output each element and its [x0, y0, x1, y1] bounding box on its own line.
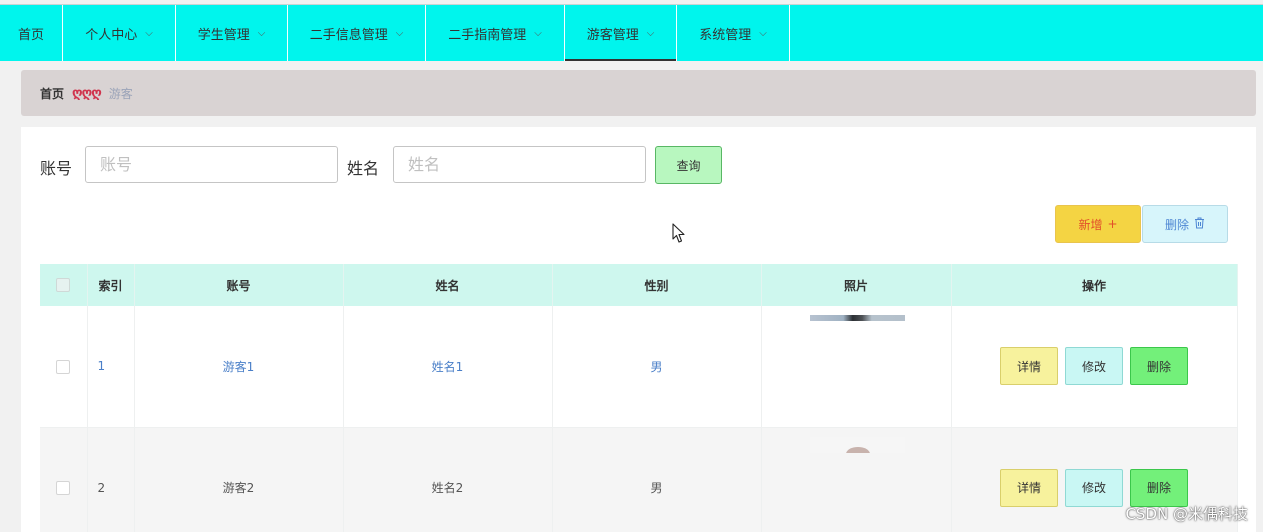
top-nav: 首页 个人中心 ⌵ 学生管理 ⌵ 二手信息管理 ⌵ 二手指南管理 ⌵ 游客管理 …: [0, 4, 1263, 61]
account-search-input[interactable]: [85, 146, 338, 183]
main-panel: 账号 姓名 查询 新增 + 删除 索引 账号 姓名 性别 照片 操作: [21, 127, 1256, 532]
column-header-actions: 操作: [951, 264, 1238, 306]
breadcrumb-separator-icon: ღღღ: [72, 85, 102, 101]
name-search-input[interactable]: [393, 146, 646, 183]
detail-button[interactable]: 详情: [1000, 468, 1058, 507]
mouse-cursor-icon: [672, 223, 685, 243]
row-select-cell: [40, 427, 88, 532]
row-photo-image: [809, 315, 905, 321]
nav-item-label: 二手信息管理: [309, 27, 388, 43]
edit-button[interactable]: 修改: [1065, 347, 1123, 386]
detail-button[interactable]: 详情: [1000, 347, 1058, 386]
table-header-row: 索引 账号 姓名 性别 照片 操作: [40, 264, 1238, 306]
row-delete-button-label: 删除: [1146, 359, 1171, 374]
nav-item-secondhand-guide[interactable]: 二手指南管理 ⌵: [426, 5, 565, 61]
table-row: 2 游客2 姓名2 男 详情 修改 删除: [40, 427, 1238, 532]
breadcrumb-home[interactable]: 首页: [40, 85, 64, 102]
nav-item-visitor-management[interactable]: 游客管理 ⌵: [565, 5, 677, 61]
edit-button[interactable]: 修改: [1065, 468, 1123, 507]
trash-icon: [1194, 217, 1205, 232]
breadcrumb: 首页 ღღღ 游客: [21, 70, 1256, 116]
chevron-down-icon: ⌵: [257, 27, 266, 39]
row-checkbox[interactable]: [56, 480, 71, 495]
nav-item-label: 二手指南管理: [448, 27, 527, 43]
nav-item-label: 学生管理: [197, 27, 250, 43]
row-photo-cell: [761, 427, 952, 532]
detail-button-label: 详情: [1016, 481, 1041, 495]
chevron-down-icon: ⌵: [534, 27, 542, 39]
nav-item-student-management[interactable]: 学生管理 ⌵: [176, 5, 288, 61]
batch-delete-button[interactable]: 删除: [1142, 205, 1228, 243]
delete-button-label: 删除: [1164, 217, 1189, 232]
row-gender: 男: [552, 306, 762, 428]
visitor-table: 索引 账号 姓名 性别 照片 操作 1 游客1 姓名1 男 详情 修改 删除 2…: [40, 264, 1238, 532]
column-header-index: 索引: [87, 264, 135, 306]
column-header-account: 账号: [134, 264, 344, 306]
nav-item-label: 系统管理: [699, 27, 752, 43]
row-delete-button[interactable]: 删除: [1130, 468, 1188, 507]
select-all-header[interactable]: [40, 264, 88, 306]
nav-item-label: 首页: [17, 27, 44, 43]
nav-item-label: 游客管理: [586, 27, 639, 43]
column-header-gender: 性别: [552, 264, 762, 306]
row-index: 2: [87, 427, 135, 532]
nav-item-home[interactable]: 首页: [0, 5, 63, 61]
row-name: 姓名2: [343, 427, 553, 532]
row-photo-image: [809, 436, 905, 453]
chevron-down-icon: ⌵: [646, 27, 655, 39]
row-gender: 男: [552, 427, 762, 532]
row-select-cell: [40, 306, 88, 428]
breadcrumb-current: 游客: [108, 86, 133, 101]
add-button[interactable]: 新增 +: [1055, 205, 1141, 243]
row-checkbox[interactable]: [56, 359, 71, 374]
nav-item-secondhand-info[interactable]: 二手信息管理 ⌵: [288, 5, 426, 61]
nav-item-system-management[interactable]: 系统管理 ⌵: [677, 5, 790, 61]
nav-item-label: 个人中心: [85, 27, 138, 43]
plus-icon: +: [1107, 217, 1118, 231]
column-header-name: 姓名: [343, 264, 553, 306]
detail-button-label: 详情: [1016, 359, 1041, 374]
table-row: 1 游客1 姓名1 男 详情 修改 删除: [40, 306, 1238, 428]
edit-button-label: 修改: [1081, 359, 1106, 374]
row-delete-button-label: 删除: [1146, 481, 1171, 495]
column-header-photo: 照片: [761, 264, 952, 306]
row-account: 游客1: [134, 306, 344, 428]
name-label: 姓名: [347, 159, 380, 178]
chevron-down-icon: ⌵: [759, 27, 767, 39]
account-label: 账号: [40, 159, 73, 178]
row-photo-cell: [761, 306, 952, 428]
edit-button-label: 修改: [1081, 481, 1106, 495]
chevron-down-icon: ⌵: [145, 27, 153, 39]
row-index: 1: [87, 306, 135, 428]
row-name: 姓名1: [343, 306, 553, 428]
select-all-checkbox[interactable]: [56, 278, 71, 293]
query-button[interactable]: 查询: [655, 146, 722, 184]
watermark: CSDN @米偶科技: [1125, 505, 1248, 523]
query-button-label: 查询: [676, 158, 701, 173]
row-account: 游客2: [134, 427, 344, 532]
row-actions: 详情 修改 删除: [951, 306, 1238, 428]
nav-item-personal-center[interactable]: 个人中心 ⌵: [63, 5, 176, 61]
chevron-down-icon: ⌵: [395, 27, 404, 39]
add-button-label: 新增: [1078, 217, 1103, 232]
row-delete-button[interactable]: 删除: [1130, 347, 1188, 386]
